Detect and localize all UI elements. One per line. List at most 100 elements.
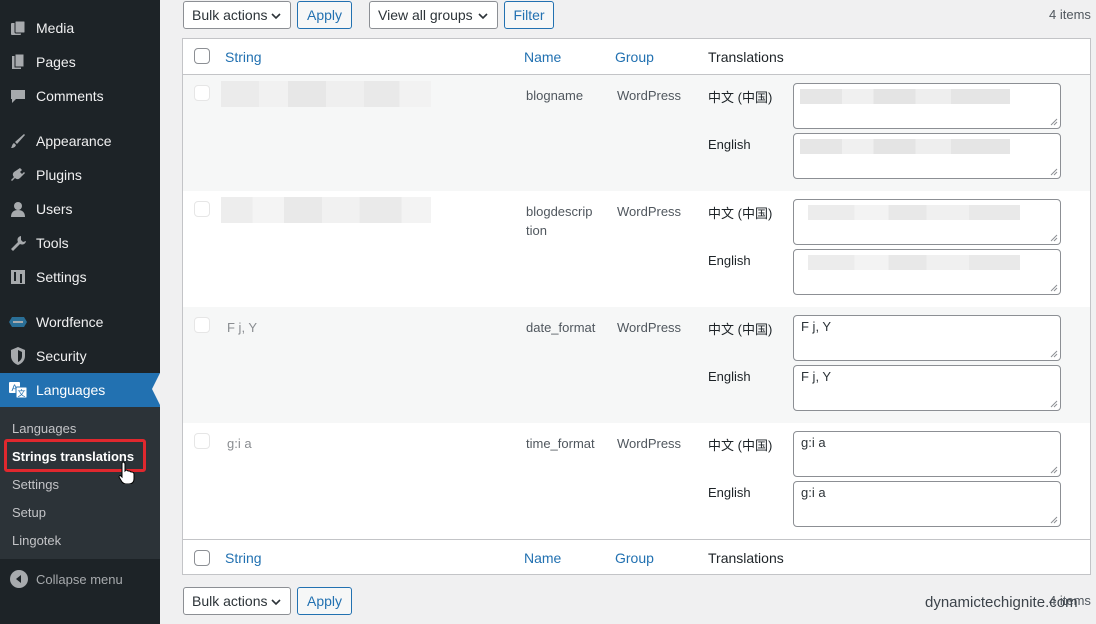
translation-value: g:i a	[801, 435, 826, 450]
lang-label: 中文 (中国)	[708, 438, 773, 453]
string-group: WordPress	[617, 204, 682, 219]
resize-grip-icon[interactable]	[1050, 234, 1058, 242]
resize-grip-icon[interactable]	[1050, 350, 1058, 358]
submenu-languages[interactable]: Languages	[12, 421, 76, 436]
table-row: F j, Y date_format WordPress 中文 (中国) F j…	[183, 307, 1090, 423]
translation-value: F j, Y	[801, 369, 832, 384]
group-filter-select[interactable]: View all groups	[369, 1, 498, 29]
translation-textarea[interactable]: F j, Y	[793, 365, 1061, 411]
resize-grip-icon[interactable]	[1050, 466, 1058, 474]
col-group-footer[interactable]: Group	[615, 550, 654, 566]
translation-textarea[interactable]	[793, 83, 1061, 129]
resize-grip-icon[interactable]	[1050, 168, 1058, 176]
plugins-icon	[8, 165, 28, 185]
menu-item-users[interactable]: Users	[0, 192, 160, 226]
menu-item-plugins[interactable]: Plugins	[0, 158, 160, 192]
string-name: date_format	[526, 320, 596, 335]
translation-textarea[interactable]	[793, 249, 1061, 295]
submenu-setup[interactable]: Setup	[12, 505, 46, 520]
collapse-menu[interactable]: Collapse menu	[0, 566, 160, 592]
col-translations: Translations	[708, 49, 784, 65]
lang-label: English	[708, 137, 751, 152]
resize-grip-icon[interactable]	[1050, 516, 1058, 524]
redacted-string	[221, 197, 431, 223]
bulk-actions-select-top[interactable]: Bulk actions	[183, 1, 291, 29]
apply-label: Apply	[306, 7, 343, 23]
menu-label: Wordfence	[36, 314, 104, 330]
resize-grip-icon[interactable]	[1050, 118, 1058, 126]
menu-item-security[interactable]: Security	[0, 339, 160, 373]
menu-item-media[interactable]: Media	[0, 11, 160, 45]
filter-button[interactable]: Filter	[504, 1, 554, 29]
col-string-footer[interactable]: String	[225, 550, 262, 566]
hand-cursor-icon	[118, 461, 135, 484]
submenu-settings[interactable]: Settings	[12, 477, 59, 492]
media-icon	[8, 18, 28, 38]
translation-textarea[interactable]: g:i a	[793, 431, 1061, 477]
shield-icon	[8, 346, 28, 366]
table-row: blogdescrip tion WordPress 中文 (中国) Engli…	[183, 191, 1090, 307]
users-icon	[8, 199, 28, 219]
redacted-string	[221, 81, 431, 107]
col-name[interactable]: Name	[524, 49, 561, 65]
menu-item-tools[interactable]: Tools	[0, 226, 160, 260]
menu-item-comments[interactable]: Comments	[0, 79, 160, 113]
lang-label: English	[708, 369, 751, 384]
col-name-footer[interactable]: Name	[524, 550, 561, 566]
col-group[interactable]: Group	[615, 49, 654, 65]
apply-button-bottom[interactable]: Apply	[297, 587, 352, 615]
translation-textarea[interactable]: F j, Y	[793, 315, 1061, 361]
string-group: WordPress	[617, 436, 682, 451]
redacted-value	[800, 89, 1010, 104]
translation-value: g:i a	[801, 485, 826, 500]
select-all-checkbox[interactable]	[194, 48, 210, 64]
settings-icon	[8, 267, 28, 287]
menu-label: Plugins	[36, 167, 82, 183]
table-header: String Name Group Translations	[183, 39, 1090, 75]
apply-button-top[interactable]: Apply	[297, 1, 352, 29]
menu-label: Pages	[36, 54, 76, 70]
lang-label: 中文 (中国)	[708, 90, 773, 105]
string-value: F j, Y	[227, 320, 258, 335]
string-value: g:i a	[227, 436, 252, 451]
redacted-value	[800, 139, 1010, 154]
appearance-icon	[8, 131, 28, 151]
table-footer: String Name Group Translations	[183, 539, 1090, 575]
row-checkbox[interactable]	[194, 433, 210, 449]
items-count-top: 4 items	[1049, 7, 1091, 22]
menu-label: Appearance	[36, 133, 112, 149]
row-checkbox[interactable]	[194, 85, 210, 101]
string-name: time_format	[526, 436, 595, 451]
wordfence-icon	[8, 312, 28, 332]
submenu-lingotek[interactable]: Lingotek	[12, 533, 61, 548]
bulk-actions-select-bottom[interactable]: Bulk actions	[183, 587, 291, 615]
comments-icon	[8, 86, 28, 106]
translation-textarea[interactable]: g:i a	[793, 481, 1061, 527]
chevron-down-icon	[271, 599, 281, 606]
chevron-down-icon	[478, 13, 488, 20]
bulk-actions-label: Bulk actions	[192, 593, 268, 609]
row-checkbox[interactable]	[194, 317, 210, 333]
menu-item-languages[interactable]: A文 Languages	[0, 373, 160, 407]
menu-item-pages[interactable]: Pages	[0, 45, 160, 79]
resize-grip-icon[interactable]	[1050, 400, 1058, 408]
string-group: WordPress	[617, 88, 682, 103]
redacted-value	[808, 255, 1020, 270]
string-group: WordPress	[617, 320, 682, 335]
string-name: blogname	[526, 88, 584, 103]
group-filter-label: View all groups	[378, 7, 473, 23]
menu-item-wordfence[interactable]: Wordfence	[0, 305, 160, 339]
translation-textarea[interactable]	[793, 133, 1061, 179]
col-string[interactable]: String	[225, 49, 262, 65]
select-all-checkbox-bottom[interactable]	[194, 550, 210, 566]
active-menu-arrow	[152, 373, 160, 405]
bulk-actions-label: Bulk actions	[192, 7, 268, 23]
translation-textarea[interactable]	[793, 199, 1061, 245]
menu-item-appearance[interactable]: Appearance	[0, 124, 160, 158]
row-checkbox[interactable]	[194, 201, 210, 217]
menu-item-settings[interactable]: Settings	[0, 260, 160, 294]
table-row: blogname WordPress 中文 (中国) English	[183, 75, 1090, 191]
table-row: g:i a time_format WordPress 中文 (中国) g:i …	[183, 423, 1090, 539]
resize-grip-icon[interactable]	[1050, 284, 1058, 292]
redacted-value	[808, 205, 1020, 220]
